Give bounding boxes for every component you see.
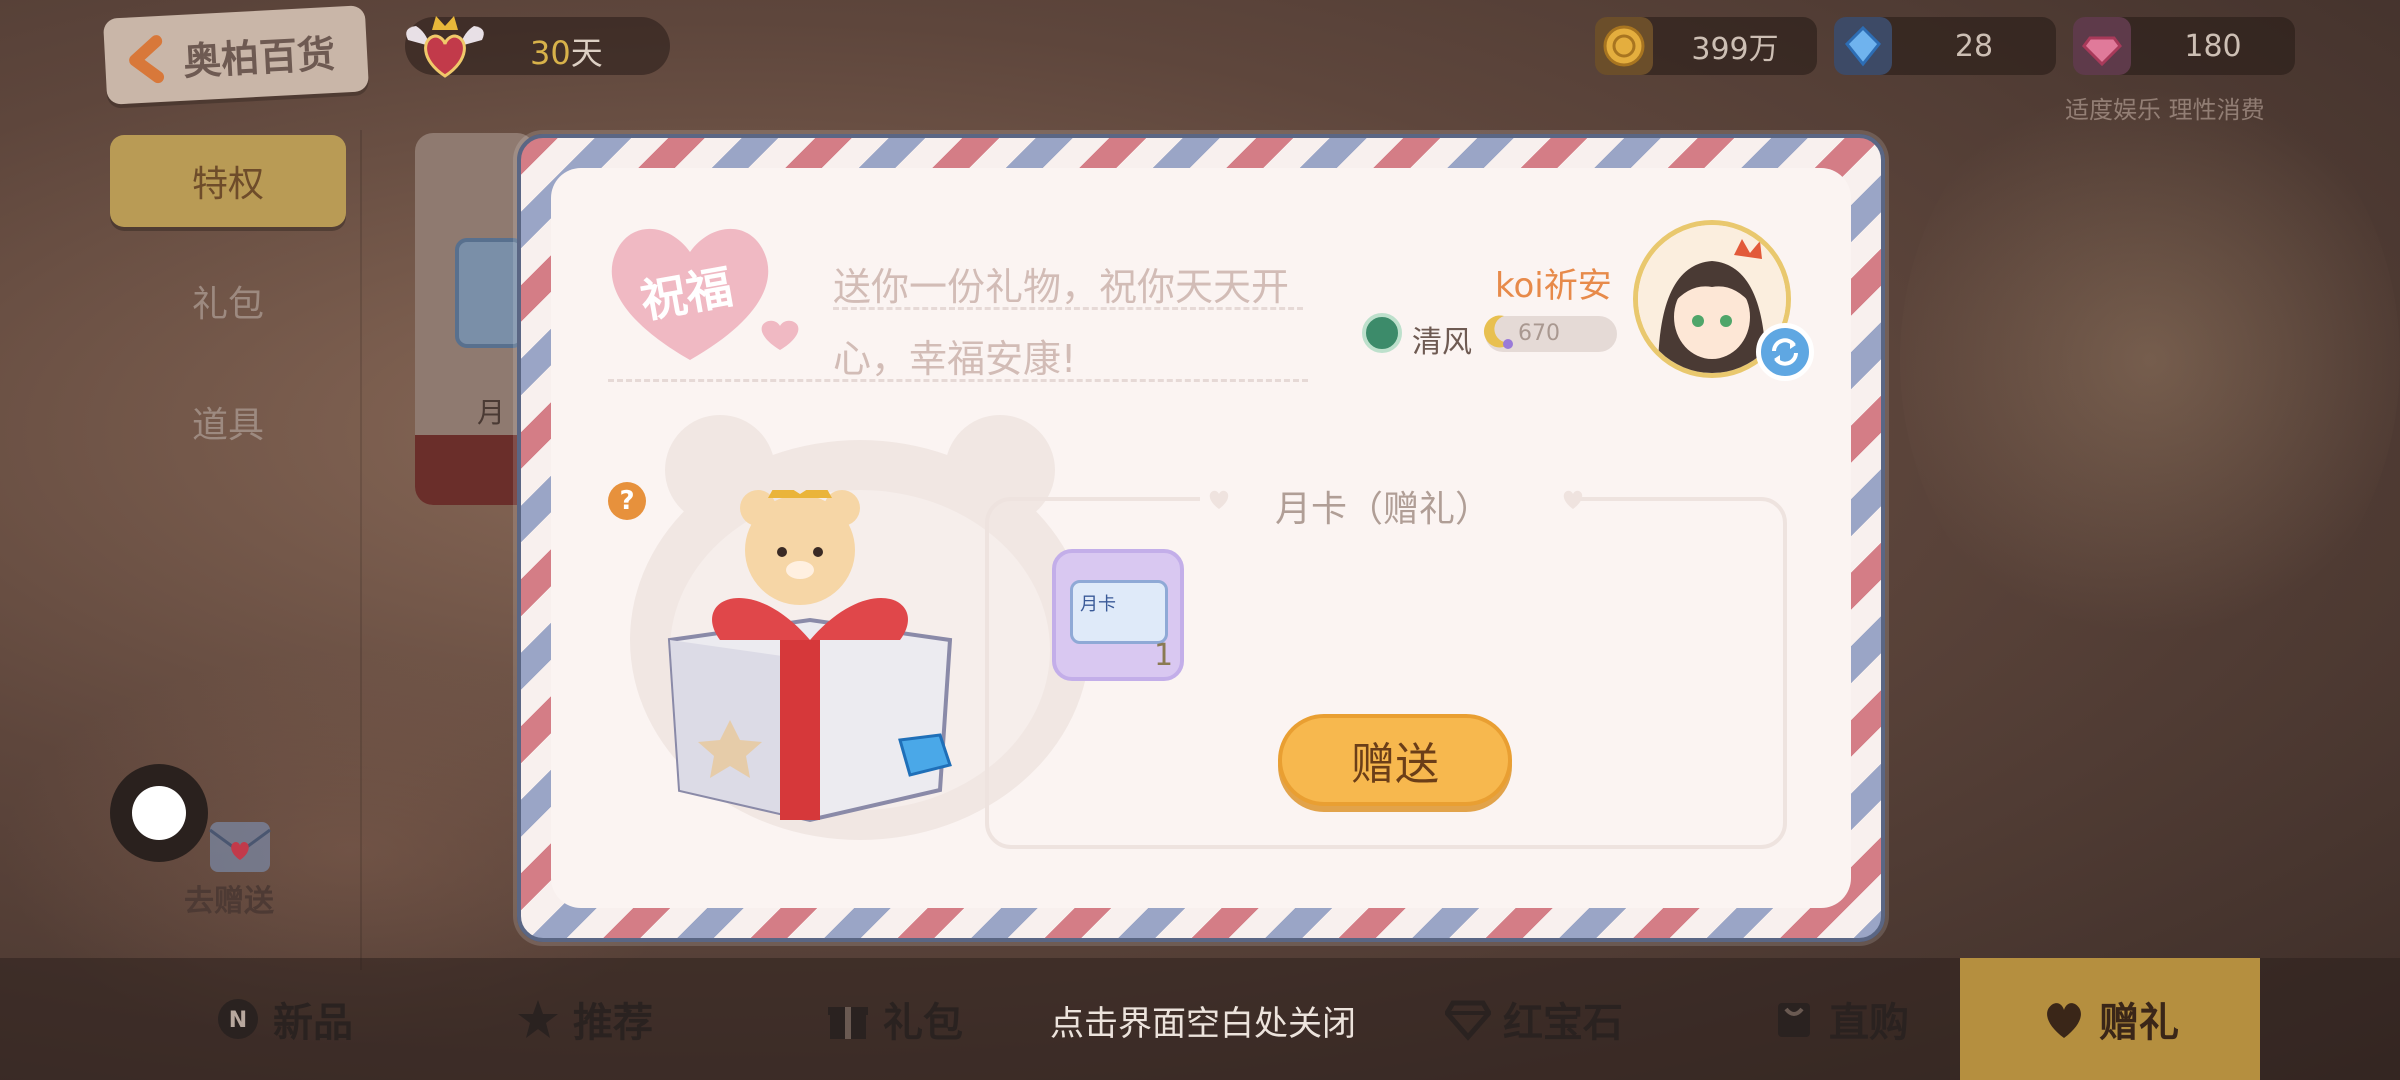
envelope-heart-icon[interactable] [190,810,290,880]
gift-item-count: 1 [1154,638,1174,673]
moon-icon [1478,312,1518,352]
crystal-icon [1834,17,1892,75]
gold-currency[interactable]: 399万 [1595,17,1817,75]
sidebar-tab-package[interactable]: 礼包 [110,255,346,347]
shopping-bag-icon [1771,996,1817,1042]
small-heart-icon [1560,488,1586,510]
message-line-1: 送你一份礼物，祝你天天开 [833,265,1290,309]
sender-name: koi祈安 [1495,266,1612,306]
message-dashed-line [608,379,1308,382]
refresh-icon[interactable] [1756,323,1814,381]
rank-badge-icon [1362,313,1402,353]
message-dashed-line [833,307,1303,310]
gold-coin-icon [1595,17,1653,75]
bottom-nav-new[interactable]: N 新品 [134,958,434,1080]
bottom-nav-gift-label: 赠礼 [2099,1000,2179,1046]
pink-gem-icon [2073,17,2131,75]
gift-box-bear-icon [650,480,970,830]
background-glow [1900,60,2400,660]
gem-value: 180 [2184,28,2242,64]
back-button[interactable]: 奥柏百货 [102,5,370,105]
vip-days-unit: 天 [570,34,603,72]
bottom-nav-package[interactable]: 礼包 [744,958,1044,1080]
moderation-note: 适度娱乐 理性消费 [2065,96,2265,124]
svg-text:N: N [229,1008,247,1033]
go-gift-label[interactable]: 去赠送 [184,876,274,920]
bottom-nav-gift[interactable]: 赠礼 [1960,958,2260,1080]
star-icon [515,996,561,1042]
vip-days-text: 30天 [530,28,603,74]
vip-days-number: 30 [530,34,571,72]
bottom-nav-package-label: 礼包 [883,1000,963,1046]
bottom-nav-ruby[interactable]: 红宝石 [1384,958,1684,1080]
gem-currency[interactable]: 180 [2073,17,2295,75]
sidebar-tab-items[interactable]: 道具 [110,376,346,468]
small-heart-icon [1206,488,1232,510]
sender-exp: 670 [1518,321,1560,346]
new-badge-icon: N [215,996,261,1042]
bottom-nav-direct-buy-label: 直购 [1829,1000,1909,1046]
sender-rank: 清风 [1412,325,1472,360]
diamond-icon [1445,996,1491,1042]
sidebar-divider [360,130,362,970]
heart-icon [2041,996,2087,1042]
close-hint: 点击界面空白处关闭 [1050,1004,1356,1044]
bottom-nav-recommend[interactable]: 推荐 [434,958,734,1080]
gift-icon [825,996,871,1042]
month-card-icon [455,238,525,348]
bottom-nav-ruby-label: 红宝石 [1503,1000,1623,1046]
crystal-currency[interactable]: 28 [1834,17,2056,75]
chevron-left-icon [116,28,179,91]
product-card-label: 月 [477,396,506,429]
gift-panel-title: 月卡（赠礼） [1275,489,1492,530]
bottom-nav-new-label: 新品 [273,1000,353,1046]
bottom-nav-direct-buy[interactable]: 直购 [1690,958,1990,1080]
crystal-value: 28 [1954,28,1994,64]
vip-heart-crown-icon [400,10,490,80]
store-title: 奥柏百货 [182,31,337,84]
month-card-item-name: 月卡 [1080,594,1116,615]
send-gift-button[interactable]: 赠送 [1278,714,1512,806]
help-icon[interactable]: ? [608,482,646,520]
bottom-nav-recommend-label: 推荐 [573,1000,653,1046]
gold-value: 399万 [1691,32,1779,67]
sidebar-tab-privilege[interactable]: 特权 [110,135,346,227]
message-line-2: 心，幸福安康! [833,337,1077,381]
